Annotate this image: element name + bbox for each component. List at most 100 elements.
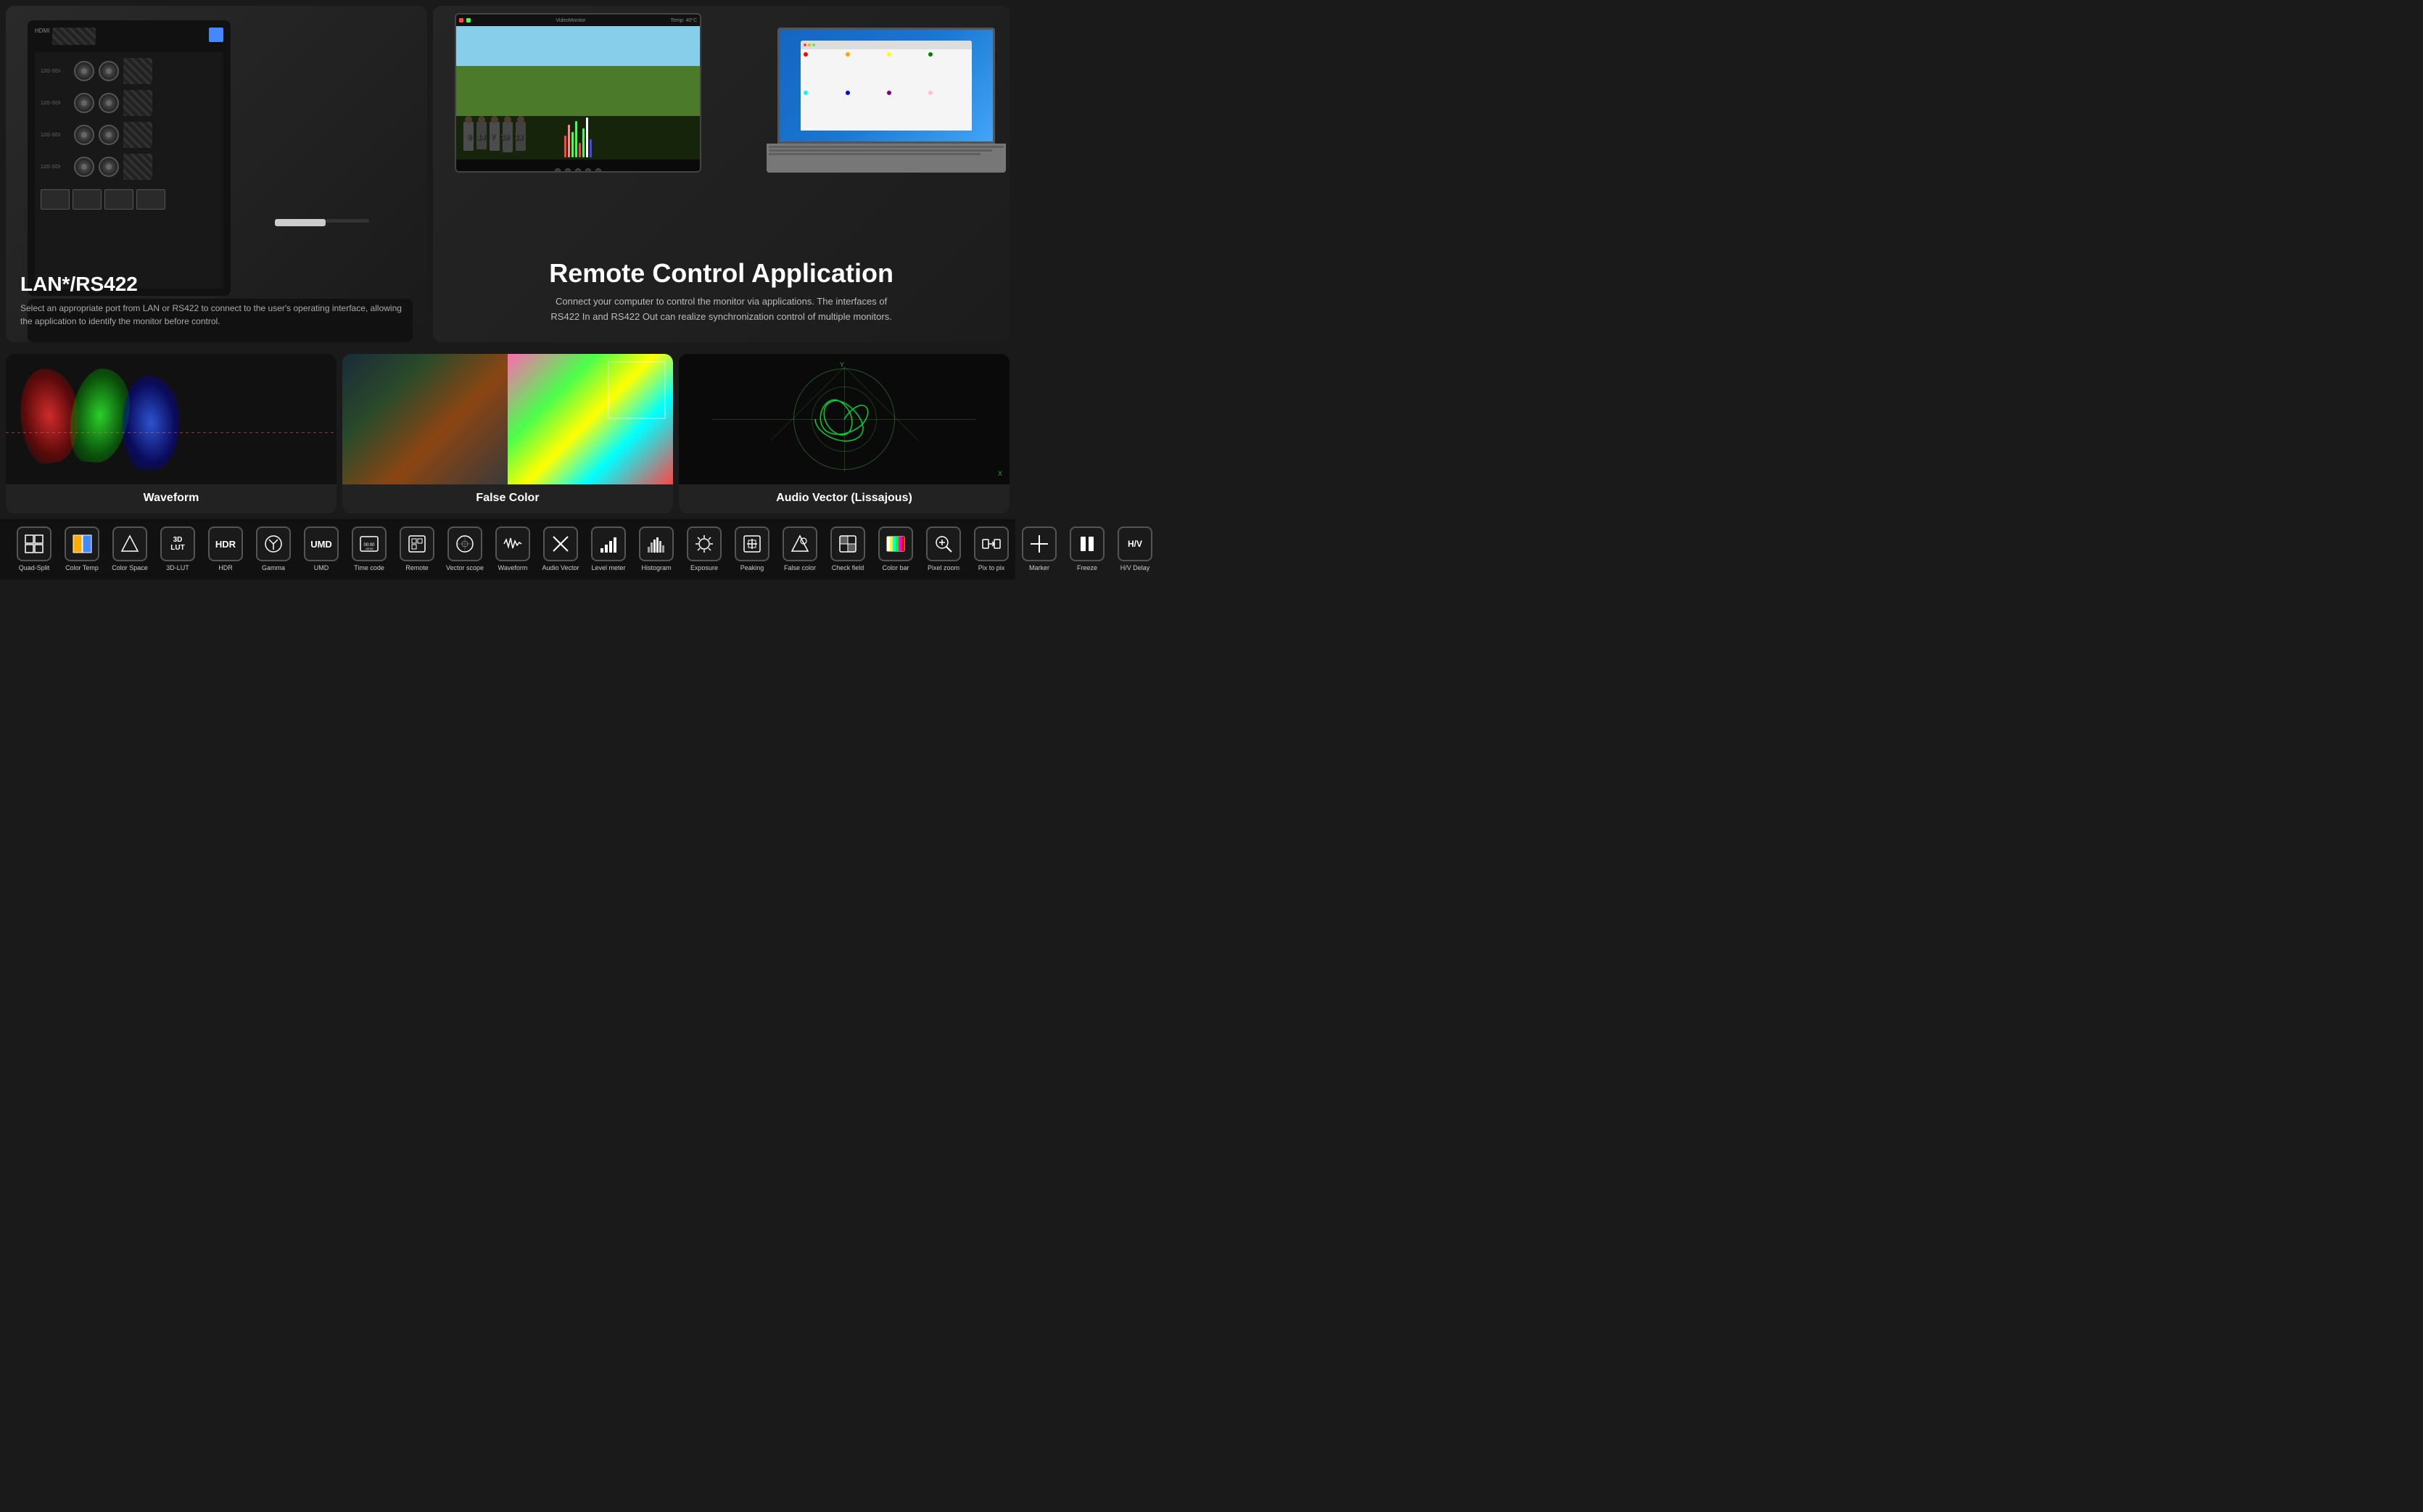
hv-delay-icon-box: H/V	[1118, 526, 1152, 561]
hatch-4	[123, 154, 152, 180]
pix-to-pix-icon	[981, 534, 1002, 554]
icon-item-pixel-zoom: Pixel zoom	[921, 526, 966, 572]
peaking-icon	[742, 534, 762, 554]
icon-item-audio-vector: Audio Vector	[538, 526, 583, 572]
monitor-btn-5[interactable]	[595, 168, 601, 173]
quad-split-icon-box	[17, 526, 51, 561]
waveform-image	[6, 354, 337, 484]
audio-vector-label: Audio Vector (Lissajous)	[776, 492, 912, 505]
waveform-canvas	[6, 354, 337, 484]
cout-port	[104, 189, 133, 210]
icon-item-3d-lut: 3DLUT 3D-LUT	[155, 526, 200, 572]
key-row-3	[769, 153, 981, 155]
waveform-bars	[564, 117, 592, 157]
histogram-icon-box	[639, 526, 674, 561]
gamma-icon-box	[256, 526, 291, 561]
timecode-icon-box: 00:00 :00:00	[352, 526, 387, 561]
remote-label: Remote	[405, 564, 429, 572]
monitor-btn-2[interactable]	[565, 168, 571, 173]
pixel-zoom-icon-box	[926, 526, 961, 561]
left-panel-lan-rs422: HDMI 12G-SDI 12G-SDI	[6, 6, 427, 342]
laptop-app-content	[801, 49, 971, 130]
laptop-screen	[780, 30, 993, 141]
icon-item-color-bar: Color bar	[873, 526, 918, 572]
pixel-zoom-icon	[933, 534, 954, 554]
right-panel-remote: VideoMonitor Temp: 40°C	[433, 6, 1010, 342]
main-container: HDMI 12G-SDI 12G-SDI	[0, 0, 1015, 579]
hatch-3	[123, 122, 152, 148]
right-panel-text: Remote Control Application Connect your …	[526, 258, 917, 325]
sdi-port-row-1: 12G-SDI	[41, 58, 218, 84]
icon-item-color-temp: Color Temp	[59, 526, 104, 572]
remote-control-title: Remote Control Application	[540, 258, 903, 289]
sdi-connector-6	[99, 125, 119, 145]
umd-label: UMD	[314, 564, 329, 572]
app-max-dot	[812, 44, 815, 46]
waveform-overlay	[456, 116, 700, 160]
keyboard-keys	[767, 144, 1006, 157]
color-temp-label: Color Temp	[65, 564, 99, 572]
sdi-connector-2	[99, 61, 119, 81]
histogram-icon	[646, 534, 666, 554]
gamma-label: Gamma	[262, 564, 285, 572]
color-dot-orange	[846, 52, 850, 57]
hatch-2	[123, 90, 152, 116]
vectorscope-icon	[455, 534, 475, 554]
color-dot-green	[928, 52, 933, 57]
false-color-panel: False Color	[342, 354, 673, 513]
device-top-ports: HDMI	[35, 28, 223, 45]
audio-vector-image: X Y	[679, 354, 1010, 484]
false-color-icon-label: False color	[784, 564, 816, 572]
3d-lut-text: 3DLUT	[170, 536, 184, 552]
monitor-temp: Temp: 40°C	[671, 18, 698, 23]
sdi-port-row-4: 12G-SDI	[41, 154, 218, 180]
color-dot-red	[804, 52, 808, 57]
waveform-icon-box	[495, 526, 530, 561]
monitor-btn-3[interactable]	[575, 168, 581, 173]
false-color-label: False Color	[476, 492, 539, 505]
pixel-zoom-label: Pixel zoom	[928, 564, 959, 572]
laptop-app-titlebar	[801, 41, 971, 49]
audio-vector-icon-label: Audio Vector	[542, 564, 579, 572]
hdr-icon-box: HDR	[208, 526, 243, 561]
monitor-indicator-red	[459, 18, 463, 22]
app-min-dot	[808, 44, 811, 46]
field-background: 9 14 7 19 13	[456, 26, 700, 160]
sdi-connector-5	[74, 125, 94, 145]
color-bar-label: Color bar	[882, 564, 909, 572]
color-dot-cyan	[804, 91, 808, 95]
icon-item-freeze: Freeze	[1065, 526, 1110, 572]
wf-bar-8	[590, 139, 592, 157]
color-space-label: Color Space	[112, 564, 148, 572]
peaking-icon-box	[735, 526, 769, 561]
waveform-icon-label: Waveform	[498, 564, 528, 572]
gpi-port	[41, 189, 70, 210]
waveform-icon	[503, 534, 523, 554]
pix-to-pix-icon-box	[974, 526, 1009, 561]
color-dot-purple	[887, 91, 891, 95]
umd-icon-box: UMD	[304, 526, 339, 561]
marker-label: Marker	[1029, 564, 1049, 572]
waveform-label: Waveform	[144, 492, 199, 505]
hv-delay-text: H/V	[1128, 539, 1142, 549]
monitor-screen: 9 14 7 19 13	[456, 26, 700, 160]
sdi-connector-3	[74, 93, 94, 113]
quad-split-icon	[24, 534, 44, 554]
cable-wire	[326, 219, 369, 223]
sdi-ports-area: 12G-SDI 12G-SDI 12G-SDI	[35, 52, 223, 289]
hatch-1	[123, 58, 152, 84]
marker-icon-box	[1022, 526, 1057, 561]
icon-item-hdr: HDR HDR	[203, 526, 248, 572]
color-dot-blue	[846, 91, 850, 95]
laptop-app-window	[801, 41, 971, 130]
lissajous-path	[815, 400, 868, 441]
waveform-line	[6, 432, 337, 433]
false-color-icon-box	[783, 526, 817, 561]
monitor-btn-4[interactable]	[585, 168, 591, 173]
monitor-btn-1[interactable]	[555, 168, 561, 173]
color-space-icon	[120, 534, 140, 554]
monitor-label: VideoMonitor	[474, 18, 667, 23]
icon-item-waveform: Waveform	[490, 526, 535, 572]
histogram-label: Histogram	[641, 564, 671, 572]
laptop-base	[767, 144, 1006, 173]
